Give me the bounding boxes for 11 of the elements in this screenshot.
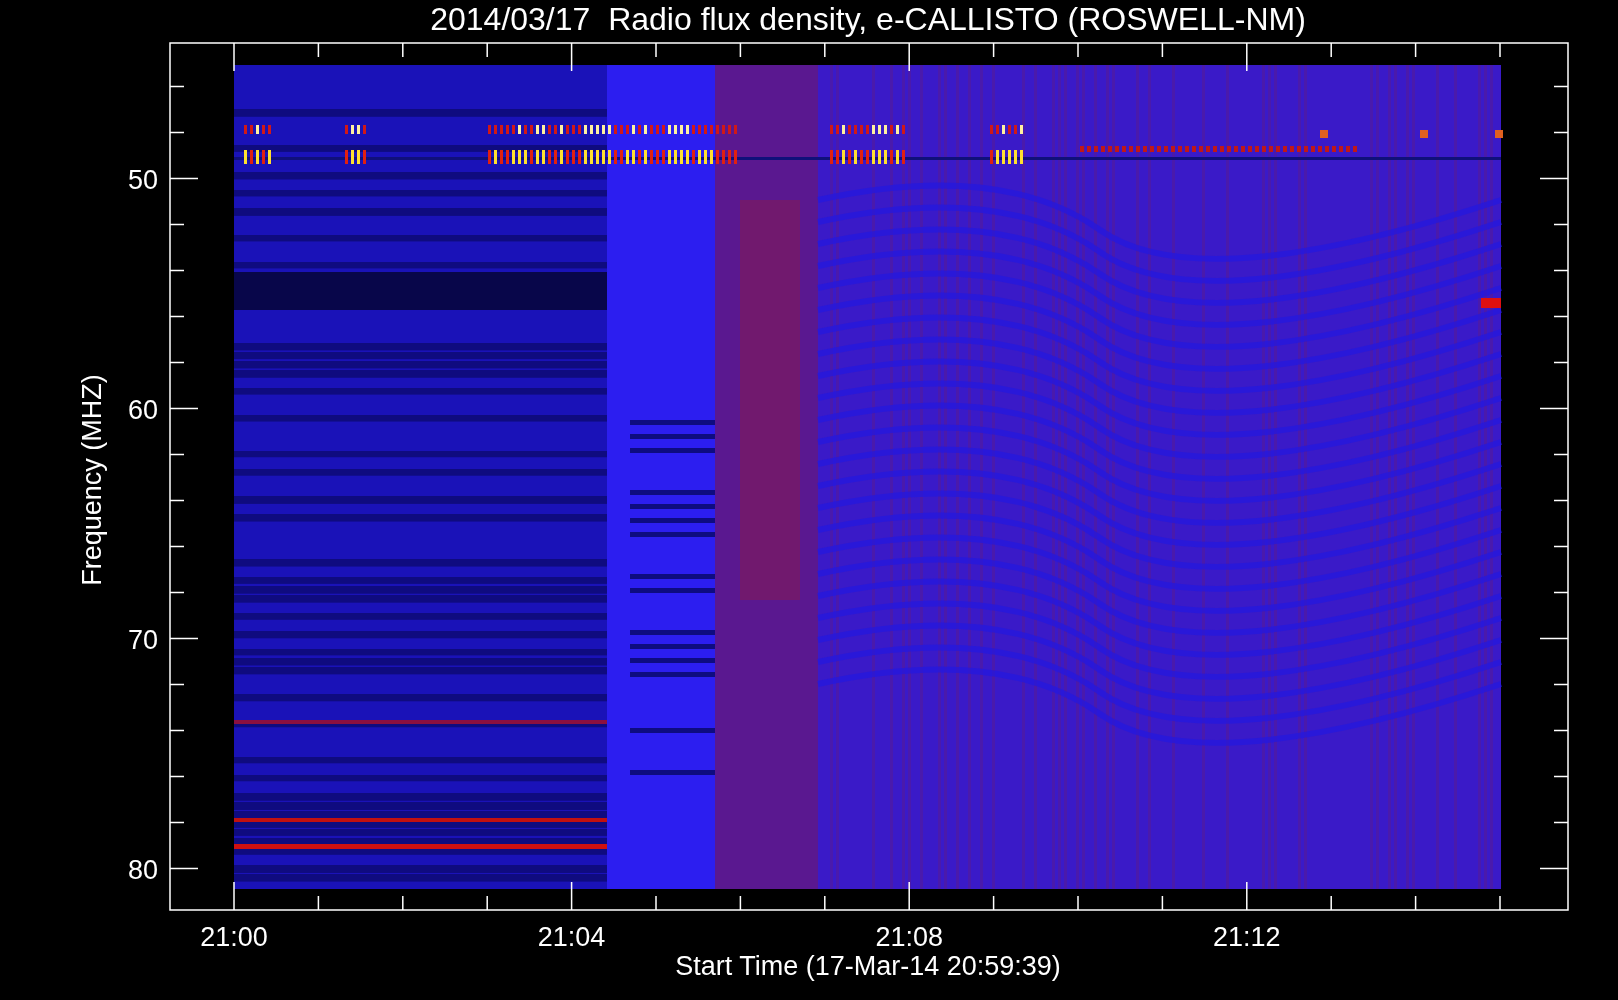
chart-title: 2014/03/17 Radio flux density, e-CALLISTO (ROSWELL-NM) xyxy=(430,1,1306,37)
x-tick-label: 21:08 xyxy=(875,922,943,952)
x-tick-label: 21:12 xyxy=(1213,922,1281,952)
y-tick-label: 60 xyxy=(127,394,158,425)
y-tick-label: 70 xyxy=(127,624,158,655)
x-tick-label: 21:00 xyxy=(200,922,268,952)
y-tick-label: 50 xyxy=(127,164,158,195)
x-tick-label: 21:04 xyxy=(537,922,606,952)
y-axis-label: Frequency (MHZ) xyxy=(77,374,107,586)
y-tick-label: 80 xyxy=(127,854,158,885)
x-axis-label: Start Time (17-Mar-14 20:59:39) xyxy=(675,951,1061,981)
